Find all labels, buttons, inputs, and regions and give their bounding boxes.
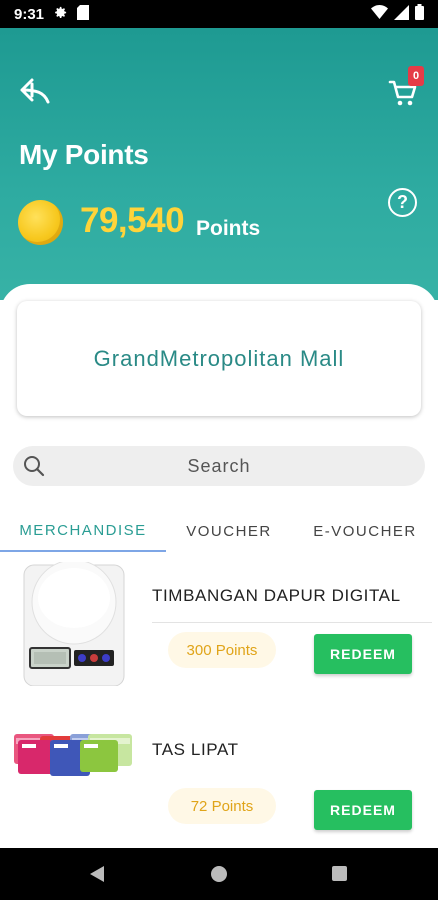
points-header: 0 My Points 79,540 Points ? (0, 28, 438, 300)
battery-icon (415, 4, 424, 24)
divider (152, 622, 432, 623)
product-item: TAS LIPAT 72 Points REDEEM (0, 718, 438, 858)
folding-bags-image (14, 734, 132, 776)
search-input[interactable]: Search (13, 446, 425, 486)
digital-kitchen-scale-image (23, 562, 125, 686)
points-unit-label: Points (196, 217, 261, 240)
redeem-button[interactable]: REDEEM (314, 790, 412, 830)
search-icon (24, 456, 45, 477)
home-circle-icon[interactable] (211, 866, 227, 887)
tab-e-voucher[interactable]: E-VOUCHER (292, 510, 438, 552)
mall-card[interactable]: GrandMetropolitan Mall (17, 301, 421, 416)
coin-icon (18, 200, 63, 245)
content-sheet: GrandMetropolitan Mall Search MERCHANDIS… (0, 284, 438, 848)
reply-arrow-icon (20, 78, 50, 104)
page-title: My Points (19, 139, 149, 170)
cart-count-badge: 0 (408, 66, 424, 86)
signal-icon (394, 4, 409, 24)
back-button[interactable] (18, 76, 52, 106)
sim-card-icon (77, 4, 90, 24)
help-icon[interactable]: ? (388, 188, 417, 217)
status-time: 9:31 (14, 5, 45, 23)
redeem-button[interactable]: REDEEM (314, 634, 412, 674)
points-balance: 79,540 (80, 201, 185, 240)
tab-voucher[interactable]: VOUCHER (166, 510, 292, 552)
product-points: 300 Points (168, 632, 276, 668)
product-item: TIMBANGAN DAPUR DIGITAL 300 Points REDEE… (0, 562, 438, 702)
product-points: 72 Points (168, 788, 276, 824)
back-triangle-icon[interactable] (89, 865, 105, 888)
wifi-icon (371, 5, 388, 23)
tab-merchandise[interactable]: MERCHANDISE (0, 510, 166, 552)
category-tabs: MERCHANDISE VOUCHER E-VOUCHER (0, 510, 438, 552)
recents-square-icon[interactable] (332, 866, 347, 886)
settings-icon (53, 5, 68, 24)
status-bar: 9:31 (0, 0, 438, 28)
cart-button[interactable]: 0 (388, 66, 424, 106)
navigation-bar (0, 848, 438, 900)
mall-name: GrandMetropolitan Mall (93, 345, 345, 371)
product-name: TAS LIPAT (152, 740, 239, 759)
product-name: TIMBANGAN DAPUR DIGITAL (152, 586, 401, 605)
search-placeholder: Search (187, 455, 251, 476)
